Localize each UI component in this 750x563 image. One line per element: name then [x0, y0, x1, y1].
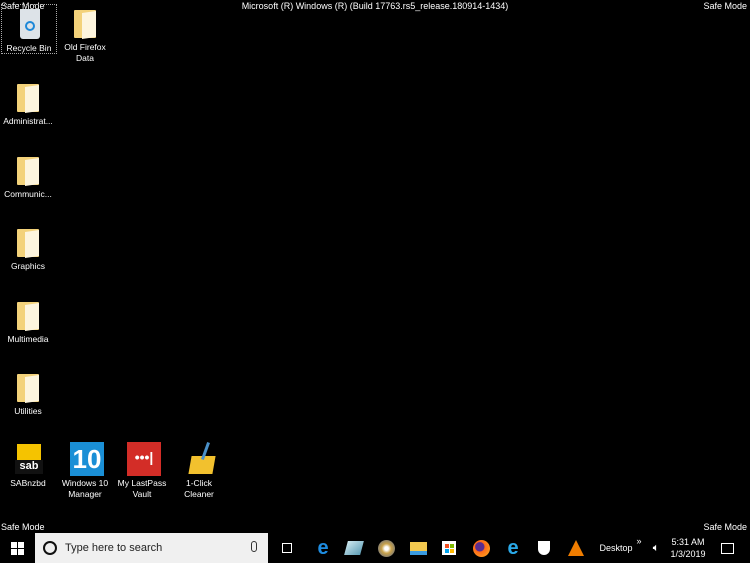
folder-icon: [13, 298, 43, 332]
windows-logo-icon: [11, 541, 24, 555]
security-taskbar-button[interactable]: [531, 533, 557, 563]
microphone-icon[interactable]: [251, 541, 257, 552]
dvd-icon: [377, 539, 395, 557]
folder-icon: [13, 80, 43, 114]
folder-icon: [13, 225, 43, 259]
sabnzbd-icon: sab: [13, 442, 43, 476]
action-center-button[interactable]: [714, 533, 740, 563]
desktop-icon-lastpass[interactable]: •••| My LastPass Vault: [114, 440, 170, 500]
firefox-taskbar-button[interactable]: [468, 533, 494, 563]
desktop-icon-communication[interactable]: Communic...: [0, 151, 56, 200]
desktop-icon-recycle-bin[interactable]: Recycle Bin: [1, 4, 57, 54]
desktop-icon-1-click-cleaner[interactable]: 1-Click Cleaner: [171, 440, 227, 500]
clock[interactable]: 5:31 AM 1/3/2019: [668, 533, 708, 563]
cortana-icon: [43, 541, 57, 555]
taskbar: Type here to search e e Desktop » 🔈︎ 5:3…: [0, 533, 750, 563]
start-button[interactable]: [0, 533, 35, 563]
app-taskbar-button[interactable]: [341, 533, 367, 563]
file-explorer-taskbar-button[interactable]: [405, 533, 431, 563]
file-explorer-icon: [409, 541, 427, 555]
notification-icon: [720, 542, 734, 554]
desktop-icon-multimedia[interactable]: Multimedia: [0, 296, 56, 345]
desktop-icon-sabnzbd[interactable]: sab SABnzbd: [0, 440, 56, 489]
desktop-toolbar[interactable]: Desktop: [596, 533, 636, 563]
internet-explorer-icon: e: [507, 536, 519, 559]
store-taskbar-button[interactable]: [436, 533, 462, 563]
firefox-icon: [472, 539, 490, 557]
recycle-bin-icon: [14, 7, 44, 41]
search-box[interactable]: Type here to search: [35, 533, 268, 563]
clock-date: 1/3/2019: [670, 549, 706, 559]
windows10-manager-icon: 10: [70, 442, 104, 476]
safe-mode-bottom-left: Safe Mode: [1, 522, 45, 532]
internet-explorer-taskbar-button[interactable]: e: [500, 533, 526, 563]
store-icon: [442, 541, 456, 555]
safe-mode-bottom-right: Safe Mode: [703, 522, 747, 532]
desktop-icon-utilities[interactable]: Utilities: [0, 368, 56, 417]
desktop-icon-graphics[interactable]: Graphics: [0, 223, 56, 272]
vlc-icon: [568, 540, 584, 556]
folder-icon: [13, 153, 43, 187]
vlc-taskbar-button[interactable]: [563, 533, 589, 563]
edge-taskbar-button[interactable]: e: [310, 533, 336, 563]
dvd-taskbar-button[interactable]: [373, 533, 399, 563]
desktop-icon-administrative[interactable]: Administrat...: [0, 78, 56, 127]
desktop-icon-windows10-manager[interactable]: 10 Windows 10 Manager: [57, 440, 113, 500]
edge-icon: e: [317, 536, 329, 559]
lastpass-icon: •••|: [127, 442, 161, 476]
shield-icon: [538, 541, 550, 555]
clock-time: 5:31 AM: [671, 537, 705, 547]
task-view-icon: [282, 543, 292, 553]
search-placeholder: Type here to search: [65, 542, 163, 554]
volume-icon[interactable]: 🔈︎: [646, 533, 666, 563]
app-icon: [344, 541, 364, 555]
toolbar-overflow-chevron-icon[interactable]: »: [634, 533, 644, 549]
task-view-button[interactable]: [276, 533, 298, 563]
cleaner-icon: [184, 442, 216, 476]
folder-icon: [70, 6, 100, 40]
desktop-icon-old-firefox-data[interactable]: Old Firefox Data: [57, 4, 113, 64]
folder-icon: [13, 370, 43, 404]
safe-mode-top-right: Safe Mode: [703, 1, 747, 11]
